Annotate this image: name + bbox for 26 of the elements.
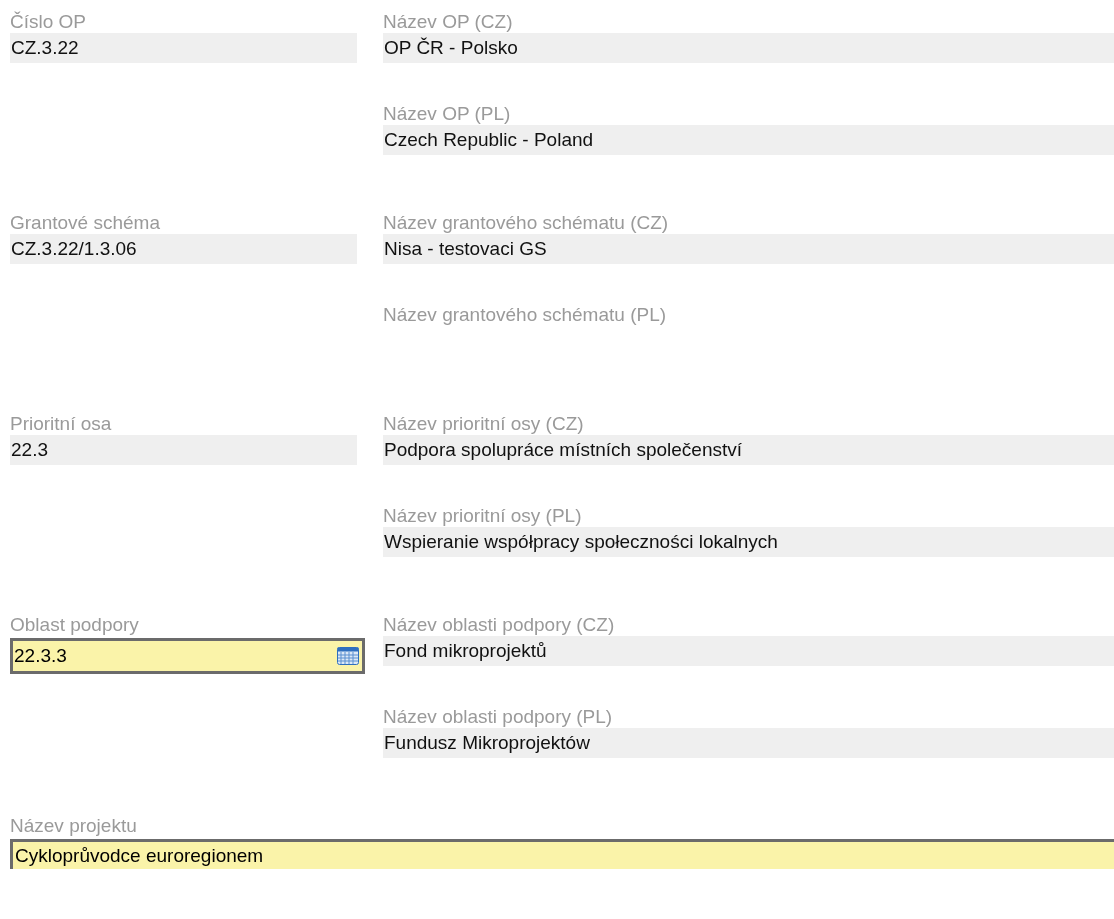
field-value: Podpora spolupráce místních společenství — [383, 435, 1114, 465]
field-value: Nisa - testovaci GS — [383, 234, 1114, 264]
field-value: Fond mikroprojektů — [383, 636, 1114, 666]
field-label: Název projektu — [10, 815, 138, 837]
field-label: Název oblasti podpory (PL) — [383, 706, 614, 728]
field-label: Název oblasti podpory (CZ) — [383, 614, 616, 636]
field-value: Fundusz Mikroprojektów — [383, 728, 1114, 758]
calendar-icon[interactable] — [337, 647, 359, 665]
field-label: Grantové schéma — [10, 212, 160, 234]
input-field[interactable]: 22.3.3 — [10, 638, 365, 674]
field-value: CZ.3.22/1.3.06 — [10, 234, 357, 264]
field-label: Název OP (PL) — [383, 103, 512, 125]
field-label: Název prioritní osy (PL) — [383, 505, 583, 527]
field-value: CZ.3.22 — [10, 33, 357, 63]
field-label: Název OP (CZ) — [383, 11, 514, 33]
field-value: Wspieranie współpracy społeczności lokalnych — [383, 527, 1114, 557]
field-value: OP ČR - Polsko — [383, 33, 1114, 63]
input-field[interactable]: Cykloprůvodce euroregionem — [10, 839, 1114, 869]
field-label: Prioritní osa — [10, 413, 112, 435]
field-label: Název grantového schématu (PL) — [383, 304, 668, 326]
field-label: Název prioritní osy (CZ) — [383, 413, 585, 435]
field-value: Czech Republic - Poland — [383, 125, 1114, 155]
field-label: Číslo OP — [10, 11, 87, 33]
field-label: Název grantového schématu (CZ) — [383, 212, 670, 234]
field-label: Oblast podpory — [10, 614, 139, 636]
field-value: 22.3 — [10, 435, 357, 465]
